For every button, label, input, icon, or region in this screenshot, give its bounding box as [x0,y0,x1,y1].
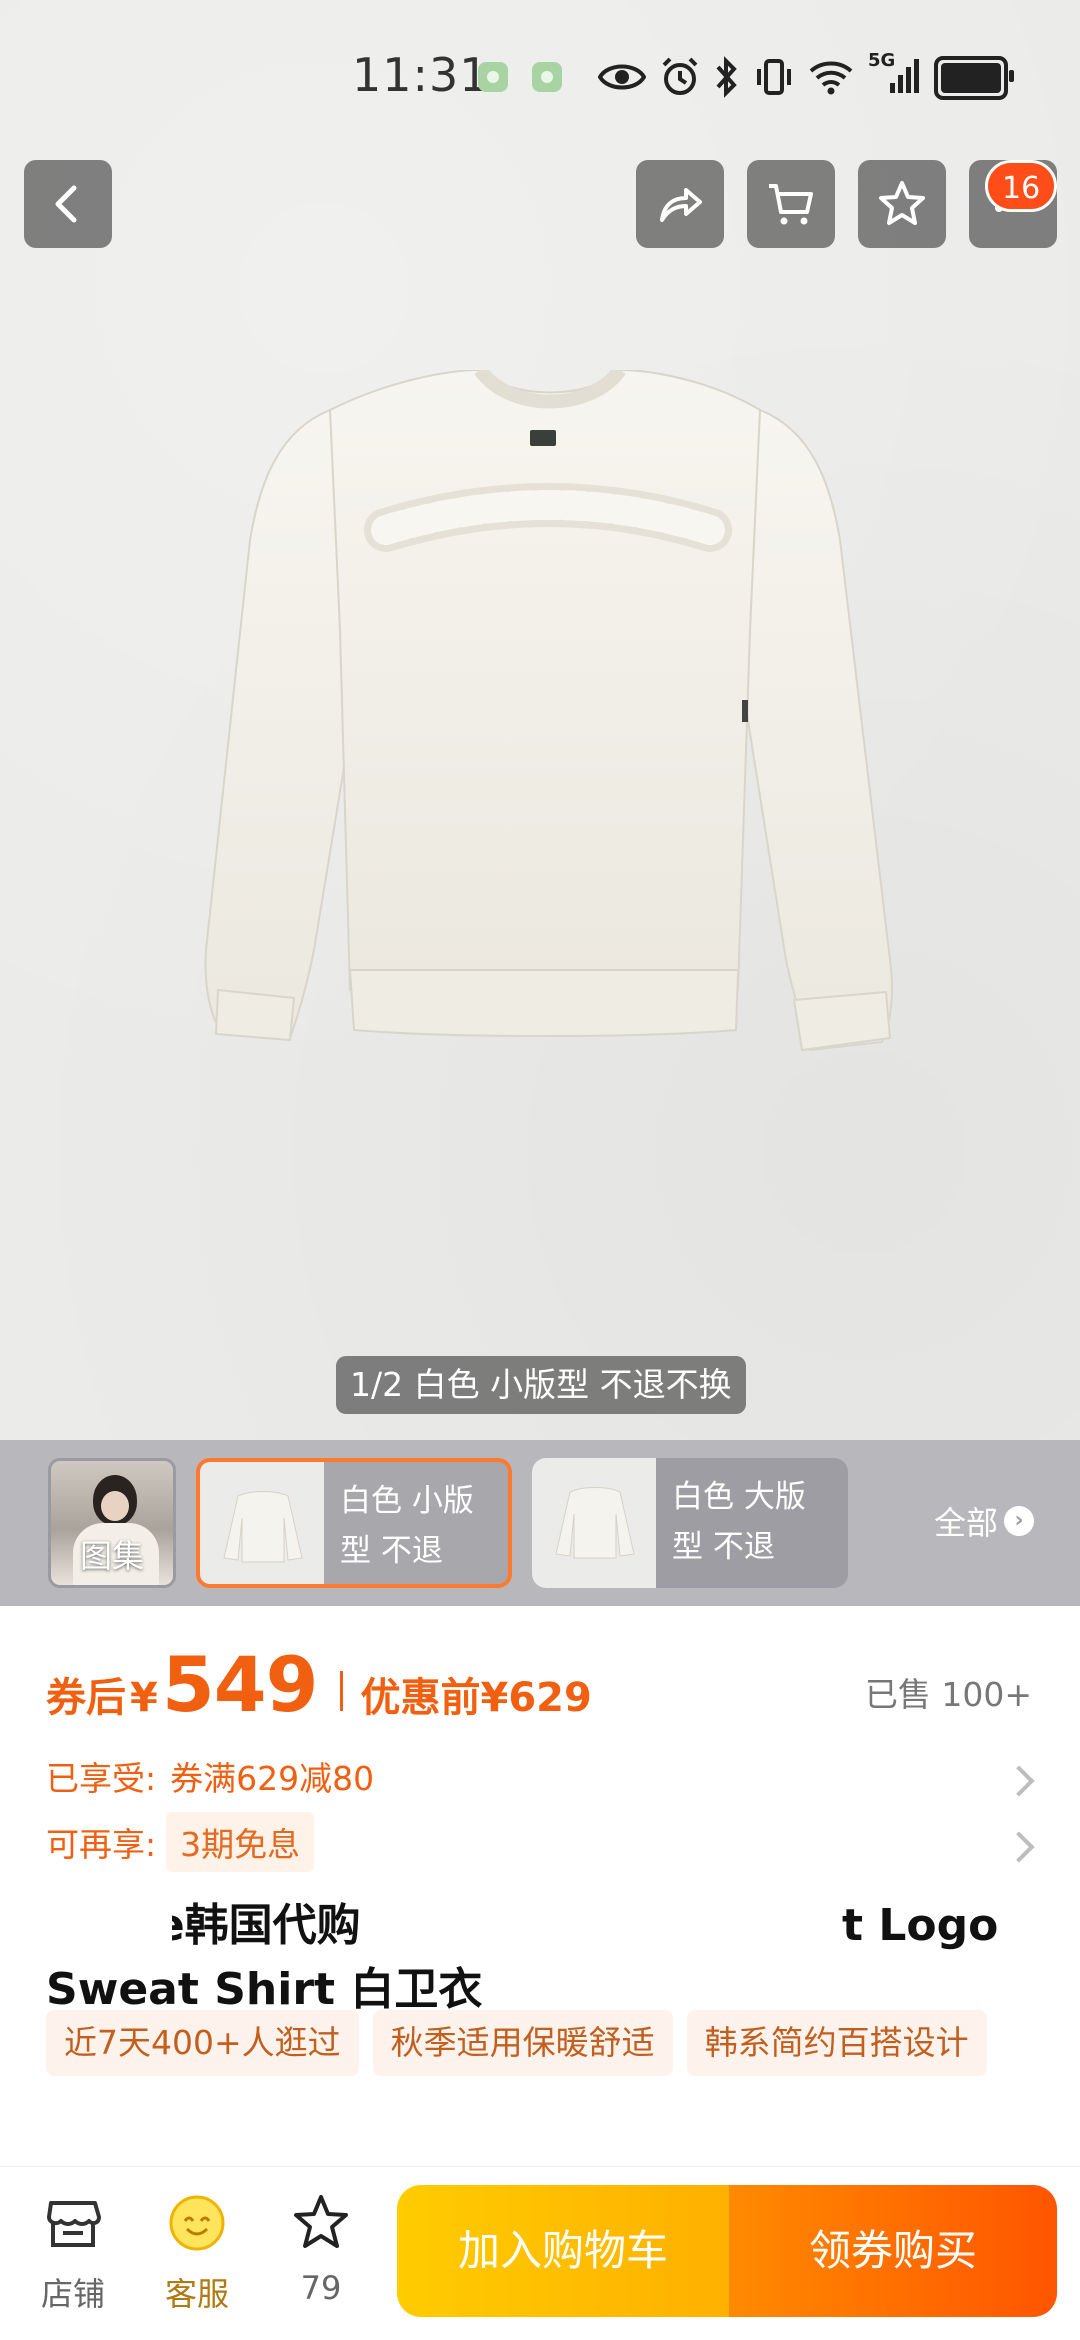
gallery-thumbnail[interactable]: 图集 [48,1458,176,1588]
star-icon [879,181,925,225]
variant-option-large[interactable]: 白色 大版型 不退 [532,1458,848,1588]
title-redaction [44,1894,172,1954]
wifi-icon [808,55,854,99]
add-to-cart-button[interactable]: 加入购物车 [397,2185,729,2317]
star-icon [294,2195,348,2248]
sold-count: 已售 100+ [864,1675,1032,1714]
status-icons: 5G [597,51,1014,100]
bluetooth-icon [714,55,740,99]
share-button[interactable] [636,160,724,248]
coupon-price: 549 [161,1640,319,1729]
store-icon [47,2201,101,2247]
chevron-right-icon [1003,1831,1035,1863]
variant-thumbnail [200,1462,324,1584]
buy-with-coupon-button[interactable]: 领券购买 [729,2185,1057,2317]
product-info: 券后 ¥ 549 优惠前¥629 已售 100+ 已享受: 券满629减80 可… [0,1606,1080,2166]
status-time: 11:31 [352,48,490,102]
chevron-right-icon: › [1004,1506,1035,1536]
customer-service-label: 客服 [164,2275,229,2313]
alarm-icon [660,55,700,99]
eye-icon [597,55,647,99]
variant-label: 白色 小版型 不退 [340,1483,474,1569]
cart-button[interactable] [747,160,835,248]
notification-icon [532,62,562,92]
store-label: 店铺 [40,2275,105,2313]
status-bar: 11:31 5G [0,40,1080,120]
variant-option-small[interactable]: 白色 小版型 不退 [196,1458,512,1588]
tag-visits: 近7天400+人逛过 [46,2010,359,2076]
variant-strip: 图集 白色 小版型 不退 白色 大版型 不退 全部 › [0,1440,1080,1606]
favorite-button[interactable] [858,160,946,248]
cart-icon [769,184,813,225]
price-divider [339,1671,343,1711]
message-badge: 16 [985,160,1058,212]
signal-icon: 5G [868,51,920,99]
variant-label: 白色 大版型 不退 [672,1479,806,1565]
perk-key: 已享受: [46,1759,157,1798]
perk-key: 可再享: [46,1825,157,1864]
tag-season: 秋季适用保暖舒适 [372,2010,673,2076]
original-price: 优惠前¥629 [360,1675,592,1721]
price-prefix: 券后 [46,1675,126,1721]
view-all-label: 全部 [934,1504,999,1542]
share-icon [660,188,702,222]
price-row: 券后 ¥ 549 优惠前¥629 [46,1640,592,1729]
bottom-action-bar: 店铺 客服 79 加入购物车 领券购买 [0,2166,1080,2340]
view-all-variants[interactable]: 全部 › [934,1498,1035,1544]
chevron-left-icon [55,185,77,223]
vibrate-icon [754,55,794,99]
currency-symbol: ¥ [130,1675,158,1721]
back-button[interactable] [24,160,112,248]
sweatshirt-image [204,370,893,1052]
image-caption: 1/2 白色 小版型 不退不换 [336,1356,746,1414]
title-line1-right: t Logo [842,1900,999,1951]
installment-chip: 3期免息 [166,1812,315,1872]
chevron-right-icon [1003,1765,1035,1797]
store-button[interactable]: 店铺 [28,2191,118,2315]
product-title: t nice韩国代购 t Logo Sweat Shirt 白卫衣 [44,1894,1036,2022]
model-face [101,1491,129,1521]
favorite-count-button[interactable]: 79 [276,2191,366,2307]
customer-service-button[interactable]: 客服 [152,2191,242,2315]
battery-icon [934,56,1014,100]
installment-row[interactable]: 可再享: 3期免息 [46,1812,315,1872]
coupon-detail: 券满629减80 [170,1759,375,1798]
gallery-label: 图集 [79,1537,144,1575]
variant-thumbnail [532,1458,656,1588]
coupon-applied-row[interactable]: 已享受: 券满629减80 [46,1752,374,1800]
product-image-area[interactable]: 11:31 5G 16 1/2 白色 小版型 不退不换 [0,0,1080,1440]
notification-icon [478,62,508,92]
product-tags: 近7天400+人逛过 秋季适用保暖舒适 韩系简约百搭设计 [46,2010,987,2076]
favorite-count: 79 [300,2269,342,2307]
tag-style: 韩系简约百搭设计 [686,2010,987,2076]
customer-service-icon [169,2195,225,2251]
